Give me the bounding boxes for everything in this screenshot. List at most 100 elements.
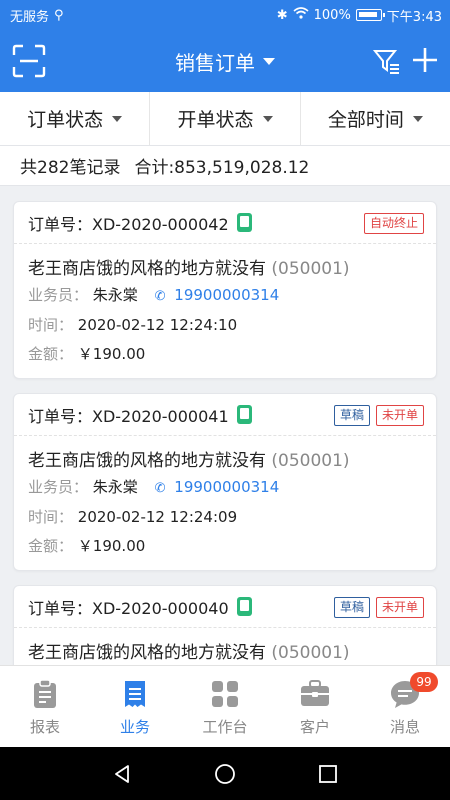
customer-code: (050001) [271, 451, 350, 471]
salesman-label: 业务员： [28, 478, 89, 496]
customer-name: 老王商店饿的风格的地方就没有 [28, 451, 266, 471]
salesman-name: 朱永棠 [92, 478, 138, 496]
filter-billing-status[interactable]: 开单状态 [150, 92, 301, 145]
triangle-down-icon [262, 115, 273, 122]
time-line: 时间： 2020-02-12 12:24:10 [28, 314, 237, 335]
total-amount: 合计:853,519,028.12 [134, 158, 310, 178]
home-icon [215, 763, 235, 784]
recents-icon [319, 764, 338, 783]
filter-label: 开单状态 [177, 109, 254, 131]
salesman-label: 业务员： [28, 286, 89, 304]
order-list[interactable]: 订单号：XD-2020-000042 自动终止 老王商店饿的风格的地方就没有 (… [0, 186, 450, 665]
order-card[interactable]: 订单号：XD-2020-000042 自动终止 老王商店饿的风格的地方就没有 (… [13, 201, 437, 379]
system-nav-bar [0, 747, 450, 800]
battery-icon [355, 9, 385, 21]
phone-link[interactable]: ✆ 19900000314 [155, 478, 280, 496]
pos-device-icon [236, 213, 252, 232]
filter-label: 订单状态 [27, 109, 104, 131]
draft-badge: 草稿 [333, 597, 370, 618]
tab-label: 工作台 [202, 718, 248, 736]
order-number: 订单号：XD-2020-000040 [28, 598, 229, 618]
chevron-down-icon [263, 57, 275, 65]
bottom-tab-bar: 报表 业务 工作台 客户 消息 99 [0, 665, 450, 747]
salesman-name: 朱永棠 [92, 286, 138, 304]
report-icon [34, 679, 56, 708]
order-amount: ￥190.00 [77, 345, 146, 363]
tab-workbench[interactable]: 工作台 [180, 666, 270, 747]
home-button[interactable] [211, 760, 239, 788]
status-badge: 未开单 [375, 405, 424, 426]
tab-label: 报表 [29, 718, 60, 736]
triangle-down-icon [112, 115, 123, 122]
salesman-line: 业务员： 朱永棠 ✆ 19900000314 [28, 476, 279, 497]
order-amount: ￥190.00 [77, 537, 146, 555]
tab-message[interactable]: 消息 99 [360, 666, 450, 747]
back-button[interactable] [108, 760, 136, 788]
order-card[interactable]: 订单号：XD-2020-000041 草稿 未开单 老王商店饿的风格的地方就没有… [13, 393, 437, 571]
filter-label: 全部时间 [327, 109, 404, 131]
phone-icon: ✆ [154, 289, 166, 304]
summary-bar: 共282笔记录 合计:853,519,028.12 [0, 146, 450, 186]
order-card[interactable]: 订单号：XD-2020-000040 草稿 未开单 老王商店饿的风格的地方就没有… [13, 585, 437, 665]
amount-label: 金额： [28, 537, 74, 555]
tab-customer[interactable]: 客户 [270, 666, 360, 747]
customer-line: 老王商店饿的风格的地方就没有 (050001) [28, 254, 350, 279]
nav-bar: 销售订单 [0, 30, 450, 92]
battery-percent: 100% [313, 7, 351, 23]
pos-device-icon [236, 597, 252, 616]
time-line: 时间： 2020-02-12 12:24:09 [28, 506, 237, 527]
amount-label: 金额： [28, 345, 74, 363]
time-label: 时间： [28, 508, 74, 526]
tab-label: 消息 [389, 718, 420, 736]
phone-link[interactable]: ✆ 19900000314 [155, 286, 280, 304]
order-number: 订单号：XD-2020-000042 [28, 214, 229, 234]
unread-badge: 99 [410, 672, 438, 692]
triangle-down-icon [412, 115, 423, 122]
bluetooth-icon: ✱ [276, 7, 288, 23]
status-badge: 自动终止 [363, 213, 424, 234]
record-count: 共282笔记录 [20, 158, 121, 178]
tab-label: 客户 [299, 718, 330, 736]
clock: 下午3:43 [386, 9, 442, 25]
status-bar: 无服务 ⚲ ✱ 100% 下午3:43 [0, 0, 450, 30]
recents-button[interactable] [314, 760, 342, 788]
customer-code: (050001) [271, 643, 350, 663]
order-time: 2020-02-12 12:24:10 [77, 316, 238, 334]
time-label: 时间： [28, 316, 74, 334]
amount-line: 金额： ￥190.00 [28, 343, 145, 364]
customer-line: 老王商店饿的风格的地方就没有 (050001) [28, 446, 350, 471]
filter-icon[interactable] [372, 46, 402, 76]
page-title: 销售订单 [175, 50, 255, 75]
phone-icon: ✆ [154, 481, 166, 496]
filter-time-range[interactable]: 全部时间 [301, 92, 450, 145]
filter-order-status[interactable]: 订单状态 [0, 92, 151, 145]
add-icon[interactable] [410, 45, 440, 75]
status-tags: 自动终止 [363, 213, 424, 234]
order-number: 订单号：XD-2020-000041 [28, 406, 229, 426]
tab-report[interactable]: 报表 [0, 666, 90, 747]
amount-line: 金额： ￥190.00 [28, 535, 145, 556]
customer-name: 老王商店饿的风格的地方就没有 [28, 259, 266, 279]
business-icon [125, 681, 145, 707]
back-icon [114, 764, 129, 783]
customer-icon [301, 680, 329, 706]
tab-business[interactable]: 业务 [90, 666, 180, 747]
status-tags: 草稿 未开单 [333, 405, 424, 426]
draft-badge: 草稿 [333, 405, 370, 426]
salesman-line: 业务员： 朱永棠 ✆ 19900000314 [28, 284, 279, 305]
status-badge: 未开单 [375, 597, 424, 618]
phone-number: 19900000314 [174, 478, 280, 496]
wifi-icon [293, 7, 309, 23]
phone-number: 19900000314 [174, 286, 280, 304]
workbench-icon [212, 681, 238, 707]
filter-bar: 订单状态 开单状态 全部时间 [0, 92, 450, 146]
usb-icon: ⚲ [54, 7, 64, 23]
carrier-text: 无服务 [10, 9, 50, 25]
status-tags: 草稿 未开单 [333, 597, 424, 618]
pos-device-icon [236, 405, 252, 424]
order-time: 2020-02-12 12:24:09 [77, 508, 238, 526]
customer-code: (050001) [271, 259, 350, 279]
tab-label: 业务 [119, 718, 150, 736]
customer-line: 老王商店饿的风格的地方就没有 (050001) [28, 638, 350, 663]
customer-name: 老王商店饿的风格的地方就没有 [28, 643, 266, 663]
